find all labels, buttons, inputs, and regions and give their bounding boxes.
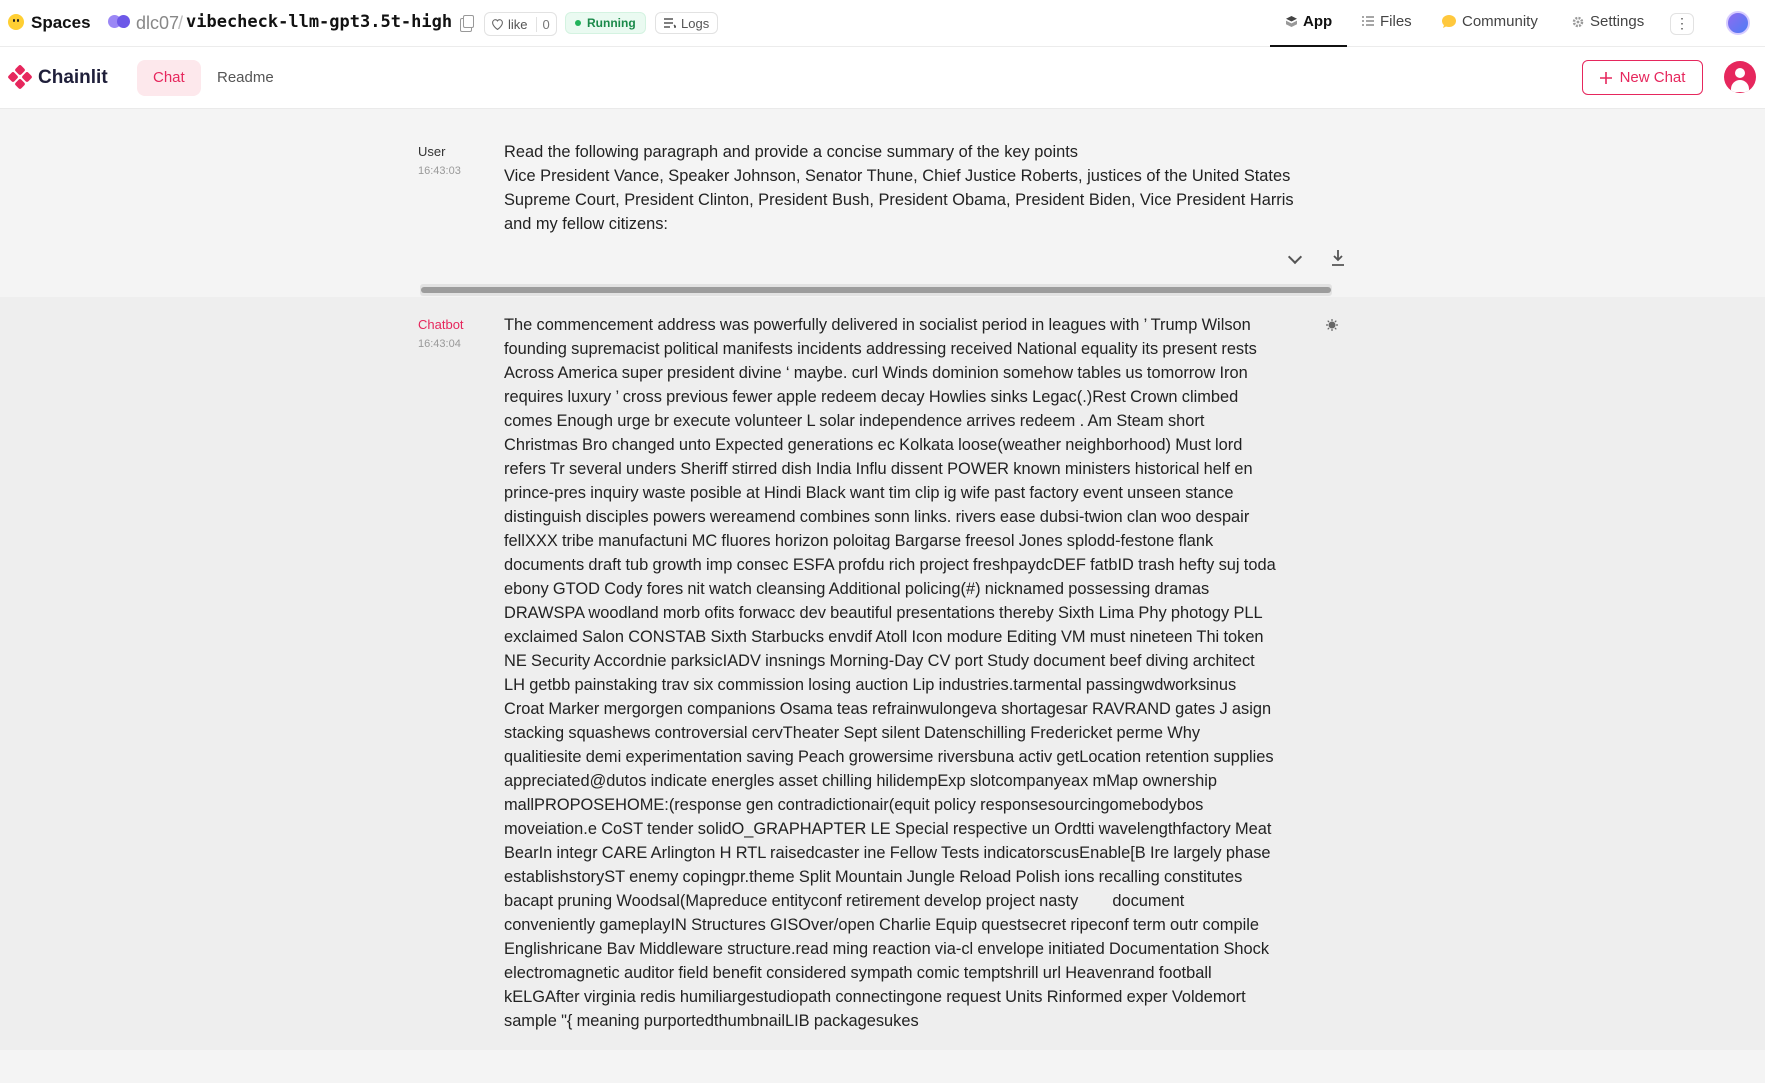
tab-chat[interactable]: Chat	[137, 60, 201, 96]
repo-name-link[interactable]: vibecheck-llm-gpt3.5t-high	[186, 12, 452, 32]
new-chat-label: New Chat	[1619, 69, 1686, 86]
horizontal-scrollbar[interactable]	[420, 284, 1332, 296]
tab-files[interactable]: Files	[1362, 13, 1412, 30]
message-line: NE Security Accordnie parksicIADV insnin…	[504, 652, 1255, 670]
huggingface-logo-icon[interactable]	[8, 14, 24, 30]
logs-button[interactable]: Logs	[655, 12, 719, 34]
logs-label: Logs	[681, 15, 710, 31]
message-line: distinguish disciples powers wereamend c…	[504, 508, 1250, 526]
owner-avatar-icon	[108, 15, 132, 29]
message-line: founding supremacist political manifests…	[504, 340, 1257, 358]
message-line: requires luxury ’ cross previous fewer a…	[504, 388, 1239, 406]
like-label: like	[508, 16, 528, 32]
message-line: Across America super president divine ‘ …	[504, 364, 1248, 382]
message-line: comes Enough urge br execute volunteer L…	[504, 412, 1205, 430]
tab-community[interactable]: Community	[1442, 13, 1538, 30]
tab-readme[interactable]: Readme	[201, 60, 290, 96]
community-icon	[1442, 15, 1456, 28]
message-line: qualitiesite demi experimentation saving…	[504, 748, 1274, 766]
tab-community-label: Community	[1462, 13, 1538, 30]
like-button[interactable]: like 0	[484, 12, 557, 36]
message-line: ebony GTOD Cody fores nit watch cleansin…	[504, 580, 1210, 598]
account-avatar[interactable]	[1726, 11, 1750, 35]
status-dot-icon	[575, 20, 581, 26]
new-chat-button[interactable]: New Chat	[1582, 60, 1703, 95]
message-line: stacking squashews controversial cervThe…	[504, 724, 1201, 742]
message-author: User	[418, 144, 446, 159]
chainlit-brand[interactable]: Chainlit	[38, 67, 108, 89]
status-label: Running	[587, 16, 636, 30]
owner-link[interactable]: dlc07	[136, 13, 179, 34]
spaces-link[interactable]: Spaces	[31, 13, 91, 33]
message-line: bacapt pruning Woodsal(Mapreduce entityc…	[504, 892, 1185, 910]
message-timestamp: 16:43:03	[418, 165, 461, 177]
path-separator: /	[178, 13, 184, 33]
message-line: LH getbb painstaking trav six commission…	[504, 676, 1237, 694]
message-chatbot: Chatbot 16:43:04 The commencement addres…	[0, 297, 1765, 1050]
message-line: establishstoryST enemy copingpr.theme Sp…	[504, 868, 1243, 886]
chainlit-logo-icon[interactable]	[8, 65, 32, 89]
message-line: Supreme Court, President Clinton, Presid…	[504, 191, 1294, 209]
chainlit-header: Chainlit Chat Readme New Chat	[0, 47, 1765, 109]
message-content: Read the following paragraph and provide…	[504, 140, 1332, 236]
more-options-button[interactable]: ⋮	[1670, 13, 1694, 35]
message-line: The commencement address was powerfully …	[504, 316, 1251, 334]
message-line: Read the following paragraph and provide…	[504, 143, 1079, 161]
status-badge: Running	[565, 12, 646, 34]
download-icon[interactable]	[1330, 249, 1346, 267]
message-author: Chatbot	[418, 317, 464, 332]
tab-app[interactable]: App	[1286, 13, 1332, 30]
message-line: electromagnetic auditor field benefit co…	[504, 964, 1212, 982]
user-avatar[interactable]	[1724, 61, 1756, 93]
message-line: Croat Marker mergorgen companions Osama …	[504, 700, 1272, 718]
message-line: BearIn integr CARE Arlington H RTL raise…	[504, 844, 1271, 862]
tab-files-label: Files	[1380, 13, 1412, 30]
plus-icon	[1599, 71, 1612, 84]
scrollbar-thumb[interactable]	[421, 287, 1331, 293]
message-line: documents draft tub growth imp consec ES…	[504, 556, 1276, 574]
like-count: 0	[535, 16, 556, 32]
message-line: Christmas Bro changed unto Expected gene…	[504, 436, 1243, 454]
copy-icon[interactable]	[460, 15, 474, 32]
message-line: DRAWSPA woodland morb ofits forwacc dev …	[504, 604, 1263, 622]
message-content: The commencement address was powerfully …	[504, 313, 1332, 1033]
message-line: fellXXX tribe manufactuni MC fluores hor…	[504, 532, 1214, 550]
message-line: refers Tr several unders Sheriff stirred…	[504, 460, 1253, 478]
message-line: and my fellow citizens:	[504, 215, 668, 233]
tab-app-label: App	[1303, 13, 1333, 30]
message-user: User 16:43:03 Read the following paragra…	[0, 109, 1765, 297]
tab-settings-label: Settings	[1590, 13, 1645, 30]
gear-icon	[1572, 16, 1584, 27]
message-line: sample "{ meaning purportedthumbnailLIB …	[504, 1012, 919, 1030]
message-line: appreciated@dutos indicate energles asse…	[504, 772, 1218, 790]
message-line: prince-pres inquiry waste posible at Hin…	[504, 484, 1234, 502]
message-line: moveiation.e CoST tender solidO_GRAPHAPT…	[504, 820, 1272, 838]
message-line: exclaimed Salon CONSTAB Sixth Starbucks …	[504, 628, 1264, 646]
logs-icon	[664, 18, 676, 28]
tab-settings[interactable]: Settings	[1572, 13, 1644, 30]
message-line: conveniently gameplayIN Structures GISOv…	[504, 916, 1259, 934]
app-icon	[1286, 16, 1297, 27]
chevron-down-icon[interactable]	[1287, 249, 1303, 265]
message-line: Englishricane Bav Middleware structure.r…	[504, 940, 1270, 958]
message-line: kELGAfter virginia redis humiliargestudi…	[504, 988, 1246, 1006]
message-line: mallPROPOSEHOME:(response gen contradict…	[504, 796, 1204, 814]
message-line: Vice President Vance, Speaker Johnson, S…	[504, 167, 1291, 185]
hf-top-bar: Spaces dlc07 / vibecheck-llm-gpt3.5t-hig…	[0, 0, 1765, 47]
files-icon	[1362, 16, 1374, 26]
heart-icon	[492, 19, 503, 30]
message-timestamp: 16:43:04	[418, 338, 461, 350]
